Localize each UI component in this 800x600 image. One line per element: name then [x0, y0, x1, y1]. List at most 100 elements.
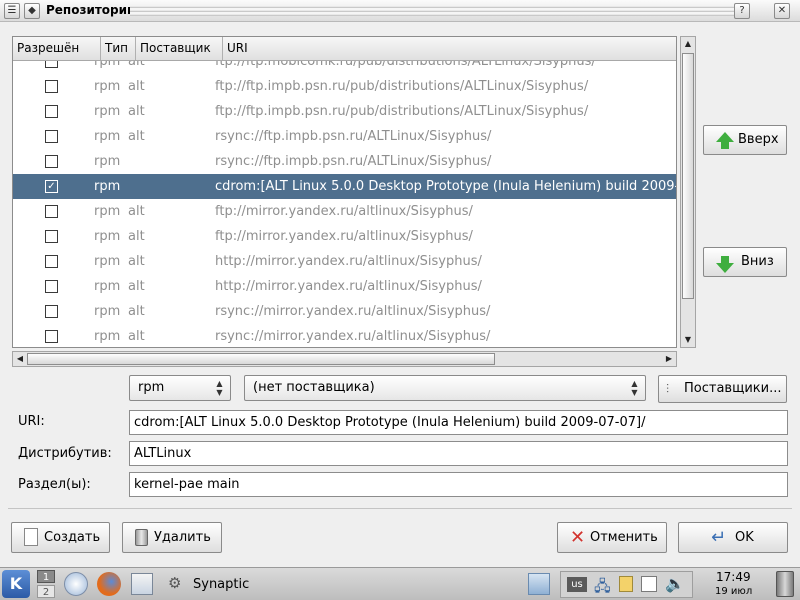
separator: [8, 508, 792, 509]
table-row[interactable]: rpm alt rsync://mirror.yandex.ru/altlinux/…: [13, 299, 676, 324]
enabled-checkbox[interactable]: [45, 205, 58, 218]
vendor-select[interactable]: (нет поставщика) ▲ ▼: [244, 375, 646, 401]
cancel-button[interactable]: ✕ Отменить: [557, 522, 667, 553]
window-menu-icon[interactable]: ☰: [4, 3, 20, 19]
distribution-input[interactable]: ALTLinux: [129, 441, 788, 466]
firefox-icon[interactable]: [97, 572, 121, 596]
volume-icon[interactable]: 🔈: [665, 574, 685, 593]
uri-label: URI:: [18, 414, 45, 429]
enabled-checkbox[interactable]: [45, 105, 58, 118]
synaptic-icon: ⚙: [168, 574, 182, 592]
row-vendor: alt: [128, 304, 145, 319]
table-row[interactable]: rpm alt http://mirror.yandex.ru/altlinux/S…: [13, 274, 676, 299]
table-row[interactable]: rpm alt ftp://ftp.impb.psn.ru/pub/distribu…: [13, 99, 676, 124]
table-body: rpm alt ftp://ftp.mobicomk.ru/pub/distribu…: [13, 61, 676, 347]
new-document-icon: [24, 528, 38, 546]
keyboard-layout-indicator[interactable]: us: [567, 577, 587, 592]
cancel-x-icon: ✕: [570, 527, 586, 548]
desktop-1-button[interactable]: 1: [37, 570, 55, 583]
row-vendor: alt: [128, 61, 145, 69]
row-vendor: alt: [128, 79, 145, 94]
table-row[interactable]: rpm alt rsync://ftp.impb.psn.ru/ALTLinux/S…: [13, 124, 676, 149]
row-type: rpm: [94, 229, 121, 244]
network-icon[interactable]: 🖧: [594, 576, 611, 600]
scroll-up-icon[interactable]: ▲: [681, 37, 695, 51]
repository-table[interactable]: Разрешён Тип Поставщик URI rpm alt ftp://f…: [12, 36, 677, 348]
trash-bin-icon[interactable]: [776, 571, 794, 597]
create-button[interactable]: Создать: [11, 522, 110, 553]
row-vendor: alt: [128, 204, 145, 219]
clipboard-icon[interactable]: [619, 576, 633, 592]
uri-input[interactable]: cdrom:[ALT Linux 5.0.0 Desktop Prototype…: [129, 410, 788, 435]
system-tray: us 🖧 🔈: [560, 571, 693, 598]
row-uri: ftp://ftp.impb.psn.ru/pub/distributions/…: [215, 104, 589, 119]
select-arrows-icon[interactable]: ▲ ▼: [630, 379, 639, 397]
row-type: rpm: [94, 329, 121, 344]
table-header: Разрешён Тип Поставщик URI: [13, 37, 676, 61]
row-vendor: alt: [128, 254, 145, 269]
table-horizontal-scrollbar[interactable]: ◀ ▶: [12, 351, 677, 367]
row-uri: http://mirror.yandex.ru/altlinux/Sisyphu…: [215, 254, 482, 269]
table-row[interactable]: rpm alt ftp://mirror.yandex.ru/altlinux/Si…: [13, 199, 676, 224]
column-header-vendor[interactable]: Поставщик: [136, 37, 223, 60]
distribution-label: Дистрибутив:: [18, 446, 112, 461]
row-uri: http://mirror.yandex.ru/altlinux/Sisyphu…: [215, 279, 482, 294]
enabled-checkbox[interactable]: [45, 155, 58, 168]
horizontal-scroll-thumb[interactable]: [27, 353, 495, 365]
table-row[interactable]: rpm alt ftp://ftp.mobicomk.ru/pub/distribu…: [13, 61, 676, 74]
clock-time[interactable]: 17:49: [716, 570, 751, 584]
table-row[interactable]: rpm alt rsync://mirror.yandex.ru/altlinux/…: [13, 324, 676, 347]
close-icon[interactable]: ✕: [774, 3, 790, 19]
help-icon[interactable]: ?: [734, 3, 750, 19]
column-header-uri[interactable]: URI: [223, 37, 676, 60]
title-bar[interactable]: ☰ ◆ Репозитории ? ✕: [0, 0, 800, 22]
enabled-checkbox[interactable]: [45, 80, 58, 93]
table-row[interactable]: rpm alt http://mirror.yandex.ru/altlinux/S…: [13, 249, 676, 274]
kde-menu-icon[interactable]: K: [2, 570, 30, 598]
enabled-checkbox[interactable]: [45, 330, 58, 343]
column-header-type[interactable]: Тип: [101, 37, 136, 60]
row-type: rpm: [94, 204, 121, 219]
taskbar: K 1 2 ⚙ Synaptic us 🖧 🔈 17:49 19 июл: [0, 567, 800, 600]
delete-button[interactable]: Удалить: [122, 522, 222, 553]
row-vendor: alt: [128, 104, 145, 119]
enabled-checkbox[interactable]: [45, 305, 58, 318]
enabled-checkbox[interactable]: ✓: [45, 180, 58, 193]
row-uri: ftp://ftp.impb.psn.ru/pub/distributions/…: [215, 79, 589, 94]
clock-date[interactable]: 19 июл: [715, 586, 752, 597]
arrow-up-icon: [716, 132, 734, 149]
table-vertical-scrollbar[interactable]: ▲ ▼: [680, 36, 696, 348]
table-row[interactable]: ✓ rpm cdrom:[ALT Linux 5.0.0 Desktop Proto…: [13, 174, 676, 199]
scroll-down-icon[interactable]: ▼: [681, 333, 695, 347]
enabled-checkbox[interactable]: [45, 255, 58, 268]
move-down-button[interactable]: Вниз: [703, 247, 787, 277]
file-manager-icon[interactable]: [64, 572, 88, 596]
type-spinner[interactable]: rpm ▲ ▼: [129, 375, 231, 401]
pin-icon[interactable]: ◆: [24, 3, 40, 19]
enabled-checkbox[interactable]: [45, 230, 58, 243]
desktop-2-button[interactable]: 2: [37, 585, 55, 598]
enabled-checkbox[interactable]: [45, 61, 58, 68]
ok-button[interactable]: ↵ OK: [678, 522, 788, 553]
column-header-enabled[interactable]: Разрешён: [13, 37, 101, 60]
synaptic-task-button[interactable]: Synaptic: [193, 577, 249, 592]
network-applet-icon[interactable]: [528, 573, 550, 595]
row-vendor: alt: [128, 129, 145, 144]
enabled-checkbox[interactable]: [45, 280, 58, 293]
scroll-left-icon[interactable]: ◀: [13, 352, 27, 366]
vendors-button[interactable]: ⫶ Поставщики...: [658, 375, 787, 403]
row-type: rpm: [94, 79, 121, 94]
table-row[interactable]: rpm rsync://ftp.impb.psn.ru/ALTLinux/Sisy…: [13, 149, 676, 174]
row-type: rpm: [94, 279, 121, 294]
enabled-checkbox[interactable]: [45, 130, 58, 143]
spin-arrows-icon[interactable]: ▲ ▼: [215, 379, 224, 397]
table-row[interactable]: rpm alt ftp://mirror.yandex.ru/altlinux/Si…: [13, 224, 676, 249]
sections-input[interactable]: kernel-pae main: [129, 472, 788, 497]
table-row[interactable]: rpm alt ftp://ftp.impb.psn.ru/pub/distribu…: [13, 74, 676, 99]
move-up-button[interactable]: Вверх: [703, 125, 787, 155]
scroll-right-icon[interactable]: ▶: [662, 352, 676, 366]
vertical-scroll-thumb[interactable]: [682, 53, 694, 299]
sliders-icon: ⫶: [666, 382, 670, 396]
notes-icon[interactable]: [641, 576, 657, 592]
editor-icon[interactable]: [131, 573, 153, 595]
